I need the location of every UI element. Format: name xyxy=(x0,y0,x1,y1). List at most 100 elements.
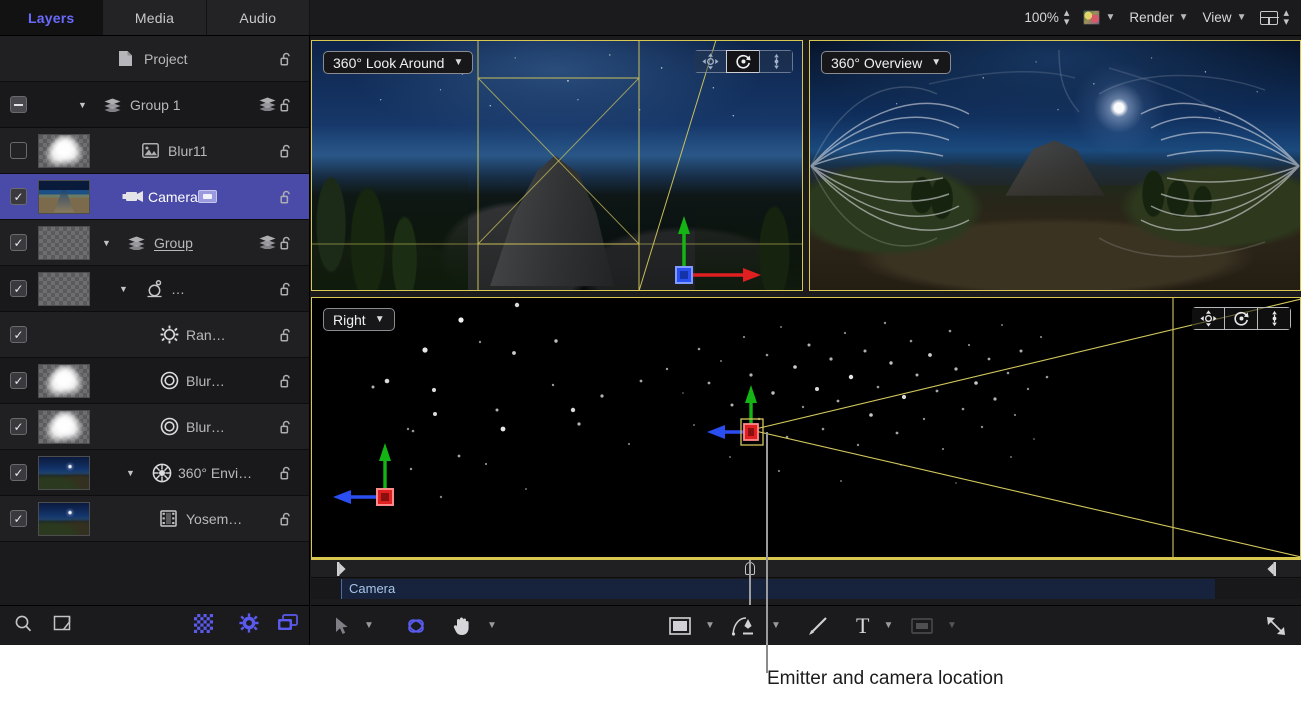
callout-line-upper xyxy=(766,432,768,645)
layer-visibility-checkbox[interactable]: ✓ xyxy=(10,142,27,159)
dolly-icon[interactable] xyxy=(759,50,793,73)
lock-icon[interactable] xyxy=(279,373,295,389)
playhead[interactable] xyxy=(749,560,751,607)
camera-location-gizmo[interactable] xyxy=(707,377,817,487)
chevron-down-icon: ▼ xyxy=(771,620,781,631)
layer-name: 360° Envi… xyxy=(178,465,252,481)
layer-visibility-checkbox[interactable]: ✓ xyxy=(10,510,27,527)
viewport-360-overview[interactable]: 360° Overview ▼ xyxy=(809,40,1301,291)
in-point-marker[interactable] xyxy=(337,562,348,576)
lock-icon[interactable] xyxy=(279,235,295,251)
layer-visibility-checkbox[interactable]: ✓ xyxy=(10,464,27,481)
timeline-strip[interactable]: Camera xyxy=(311,558,1301,605)
mask-icon[interactable] xyxy=(53,613,73,638)
duplicate-icon[interactable] xyxy=(277,614,299,637)
chevron-down-icon: ▼ xyxy=(375,314,385,325)
render-menu[interactable]: Render ▼ xyxy=(1129,10,1188,25)
lock-icon[interactable] xyxy=(279,189,295,205)
disclosure-triangle-icon[interactable]: ▼ xyxy=(119,284,128,294)
layer-row-blur11[interactable]: ✓Blur11 xyxy=(0,128,309,174)
select-tool[interactable]: ▼ xyxy=(335,617,374,635)
layer-visibility-checkbox[interactable]: ✓ xyxy=(10,234,27,251)
zoom-level-control[interactable]: 100% ▴▾ xyxy=(1024,9,1069,27)
resize-handle[interactable] xyxy=(1265,615,1287,637)
layer-visibility-checkbox[interactable]: ✓ xyxy=(10,418,27,435)
lock-icon[interactable] xyxy=(279,327,295,343)
tab-layers[interactable]: Layers xyxy=(0,0,103,35)
out-point-marker[interactable] xyxy=(1265,562,1276,576)
layer-collapse-checkbox[interactable] xyxy=(10,96,27,113)
document-icon xyxy=(118,50,133,67)
lock-icon[interactable] xyxy=(279,51,295,67)
layer-row-360-envi[interactable]: ✓ ▼ 360° Envi… xyxy=(0,450,309,496)
chevron-down-icon: ▼ xyxy=(931,57,941,68)
circle-icon xyxy=(160,417,179,436)
orbit-icon[interactable] xyxy=(726,50,760,73)
app-window: Layers Media Audio 100% ▴▾ ▼ Render ▼ Vi… xyxy=(0,0,1301,645)
layer-visibility-checkbox[interactable]: ✓ xyxy=(10,188,27,205)
layer-name: Camera xyxy=(148,189,217,205)
lock-icon[interactable] xyxy=(279,281,295,297)
disclosure-triangle-icon[interactable]: ▼ xyxy=(102,238,111,248)
layer-row-group[interactable]: ✓▼Group xyxy=(0,220,309,266)
layer-row-blur[interactable]: ✓Blur… xyxy=(0,358,309,404)
viewport-right-menu[interactable]: Right ▼ xyxy=(323,308,395,331)
layer-row-ran[interactable]: ✓Ran… xyxy=(0,312,309,358)
timeline-clip-camera[interactable]: Camera xyxy=(341,579,1215,599)
pan-icon[interactable] xyxy=(1192,307,1225,330)
viewport-right-ortho[interactable]: Right ▼ xyxy=(311,297,1301,558)
camera-transform-gizmo[interactable] xyxy=(651,160,781,290)
layer-row-group-1[interactable]: ▼Group 1 xyxy=(0,82,309,128)
layer-row-[interactable]: ✓▼… xyxy=(0,266,309,312)
gear-icon[interactable] xyxy=(239,613,259,638)
bezier-mask-tool[interactable]: ▼ xyxy=(731,615,781,637)
viewport-look-around-menu[interactable]: 360° Look Around ▼ xyxy=(323,51,473,74)
lock-icon[interactable] xyxy=(279,97,295,113)
tab-media[interactable]: Media xyxy=(103,0,206,35)
pan-icon[interactable] xyxy=(694,50,727,73)
render-quality-control[interactable]: ▼ xyxy=(1083,10,1115,25)
checkerboard-icon[interactable] xyxy=(194,614,213,638)
shape-tool[interactable]: ▼ xyxy=(669,617,715,635)
zoom-level-value: 100% xyxy=(1024,10,1059,25)
layer-row-camera[interactable]: ✓ Camera xyxy=(0,174,309,220)
dolly-icon[interactable] xyxy=(1257,307,1291,330)
lock-icon[interactable] xyxy=(279,419,295,435)
viewport-overview-menu[interactable]: 360° Overview ▼ xyxy=(821,51,951,74)
layer-name: Project xyxy=(144,51,188,67)
orbit-icon[interactable] xyxy=(1224,307,1258,330)
layers-panel: Project▼Group 1✓Blur11✓Camera✓▼Group✓▼…✓… xyxy=(0,36,310,605)
disclosure-triangle-icon[interactable]: ▼ xyxy=(78,100,87,110)
3d-transform-tool[interactable] xyxy=(403,613,429,639)
layer-visibility-checkbox[interactable]: ✓ xyxy=(10,280,27,297)
lock-icon[interactable] xyxy=(279,511,295,527)
chevron-down-icon: ▼ xyxy=(364,620,374,631)
timeline-ruler[interactable] xyxy=(311,560,1301,578)
layer-row-project[interactable]: Project xyxy=(0,36,309,82)
camera-icon xyxy=(122,189,144,204)
viewport-360-look-around[interactable]: 360° Look Around ▼ xyxy=(311,40,803,291)
layer-row-blur[interactable]: ✓ Blur… xyxy=(0,404,309,450)
layer-row-yosem[interactable]: ✓ Yosem… xyxy=(0,496,309,542)
timeline-track-row: Camera xyxy=(311,579,1301,599)
dropzone-tool[interactable]: ▼ xyxy=(911,618,957,634)
tab-audio[interactable]: Audio xyxy=(207,0,310,35)
view-menu[interactable]: View ▼ xyxy=(1203,10,1247,25)
lock-icon[interactable] xyxy=(279,143,295,159)
text-tool[interactable]: T ▼ xyxy=(856,615,893,637)
paint-stroke-tool[interactable] xyxy=(807,615,831,637)
search-icon[interactable] xyxy=(14,614,33,638)
emitter-transform-gizmo[interactable] xyxy=(321,421,431,531)
layer-name: Yosem… xyxy=(186,511,242,527)
pan-tool[interactable]: ▼ xyxy=(451,615,497,637)
circle-icon xyxy=(160,371,179,390)
env-icon xyxy=(152,463,172,483)
disclosure-triangle-icon[interactable]: ▼ xyxy=(126,468,135,478)
layer-visibility-checkbox[interactable]: ✓ xyxy=(10,372,27,389)
layer-name: Blur… xyxy=(186,419,225,435)
layout-control[interactable]: ▴▾ xyxy=(1260,9,1289,27)
layer-visibility-checkbox[interactable]: ✓ xyxy=(10,326,27,343)
left-trees xyxy=(311,110,468,291)
lock-icon[interactable] xyxy=(279,465,295,481)
group-stack-icon xyxy=(259,235,275,251)
